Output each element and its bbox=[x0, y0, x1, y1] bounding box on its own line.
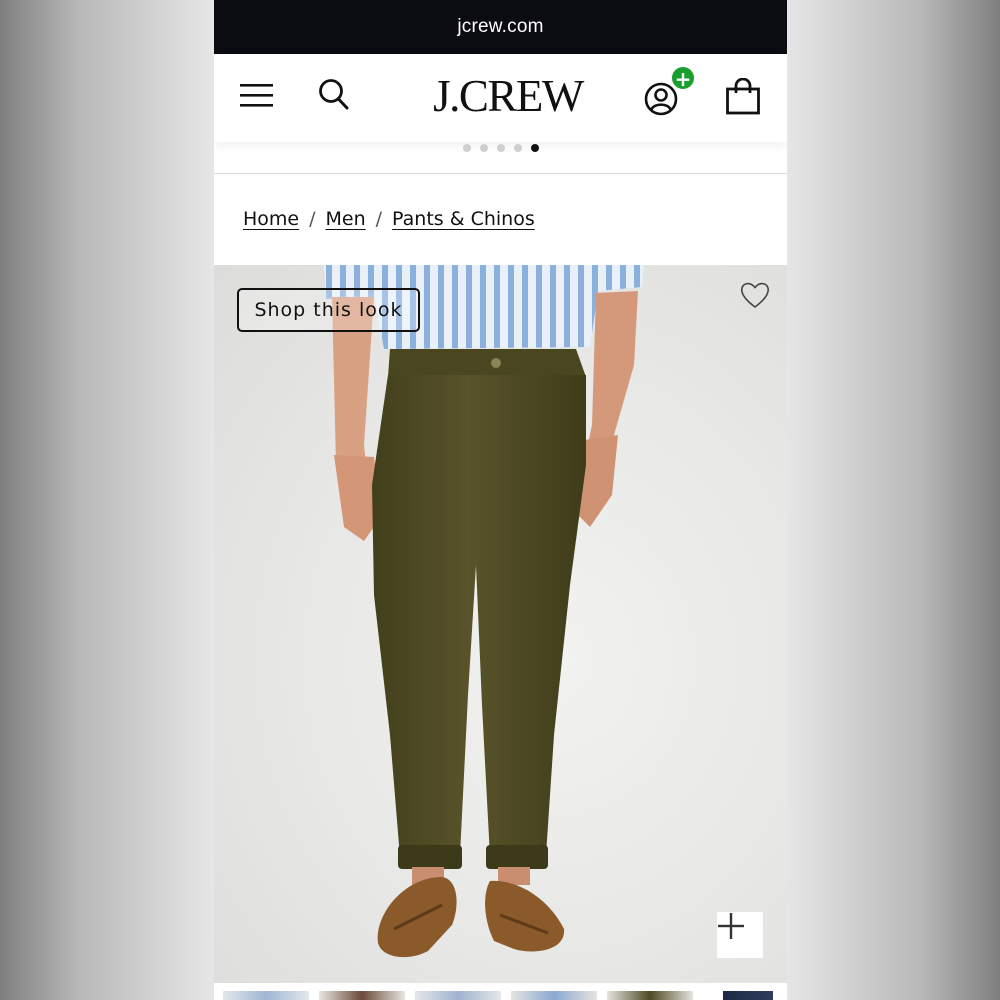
thumbnail-strip bbox=[214, 986, 787, 1000]
breadcrumb-home[interactable]: Home bbox=[243, 208, 299, 230]
site-header: J.CREW + bbox=[214, 54, 787, 142]
thumbnail-image[interactable] bbox=[223, 991, 309, 1000]
carousel-dot[interactable] bbox=[479, 144, 488, 152]
carousel-dot[interactable] bbox=[462, 144, 471, 152]
breadcrumb-separator: / bbox=[375, 208, 383, 230]
thumbnail-image[interactable] bbox=[511, 991, 597, 1000]
carousel-dot-active[interactable] bbox=[530, 144, 539, 152]
jcrew-logo[interactable]: J.CREW bbox=[426, 68, 590, 124]
carousel-dots bbox=[214, 144, 787, 154]
account-plus-badge[interactable]: + bbox=[670, 65, 696, 91]
carousel-dot[interactable] bbox=[496, 144, 505, 152]
browser-url-bar[interactable]: jcrew.com bbox=[214, 0, 787, 54]
plus-icon bbox=[718, 913, 744, 939]
search-icon[interactable] bbox=[318, 78, 350, 112]
url-text: jcrew.com bbox=[457, 16, 544, 37]
phone-screen: jcrew.com J.CREW + Home / Men / Pants & … bbox=[214, 0, 787, 1000]
breadcrumb: Home / Men / Pants & Chinos bbox=[243, 208, 535, 230]
thumbnail-image[interactable] bbox=[723, 991, 773, 1000]
product-image[interactable]: Shop this look bbox=[214, 265, 787, 983]
zoom-button[interactable] bbox=[717, 912, 763, 958]
breadcrumb-separator: / bbox=[309, 208, 316, 230]
thumbnail-image[interactable] bbox=[607, 991, 693, 1000]
thumbnail-image[interactable] bbox=[319, 991, 405, 1000]
product-photo-illustration bbox=[324, 265, 644, 958]
hamburger-menu-icon[interactable] bbox=[240, 82, 274, 110]
heart-icon[interactable] bbox=[739, 281, 771, 309]
shopping-bag-icon[interactable] bbox=[725, 77, 761, 116]
breadcrumb-pants-chinos[interactable]: Pants & Chinos bbox=[392, 208, 535, 230]
carousel-dot[interactable] bbox=[513, 144, 522, 152]
shop-this-look-button[interactable]: Shop this look bbox=[237, 288, 420, 332]
breadcrumb-men[interactable]: Men bbox=[326, 208, 366, 230]
section-divider bbox=[214, 173, 787, 174]
thumbnail-image[interactable] bbox=[415, 991, 501, 1000]
